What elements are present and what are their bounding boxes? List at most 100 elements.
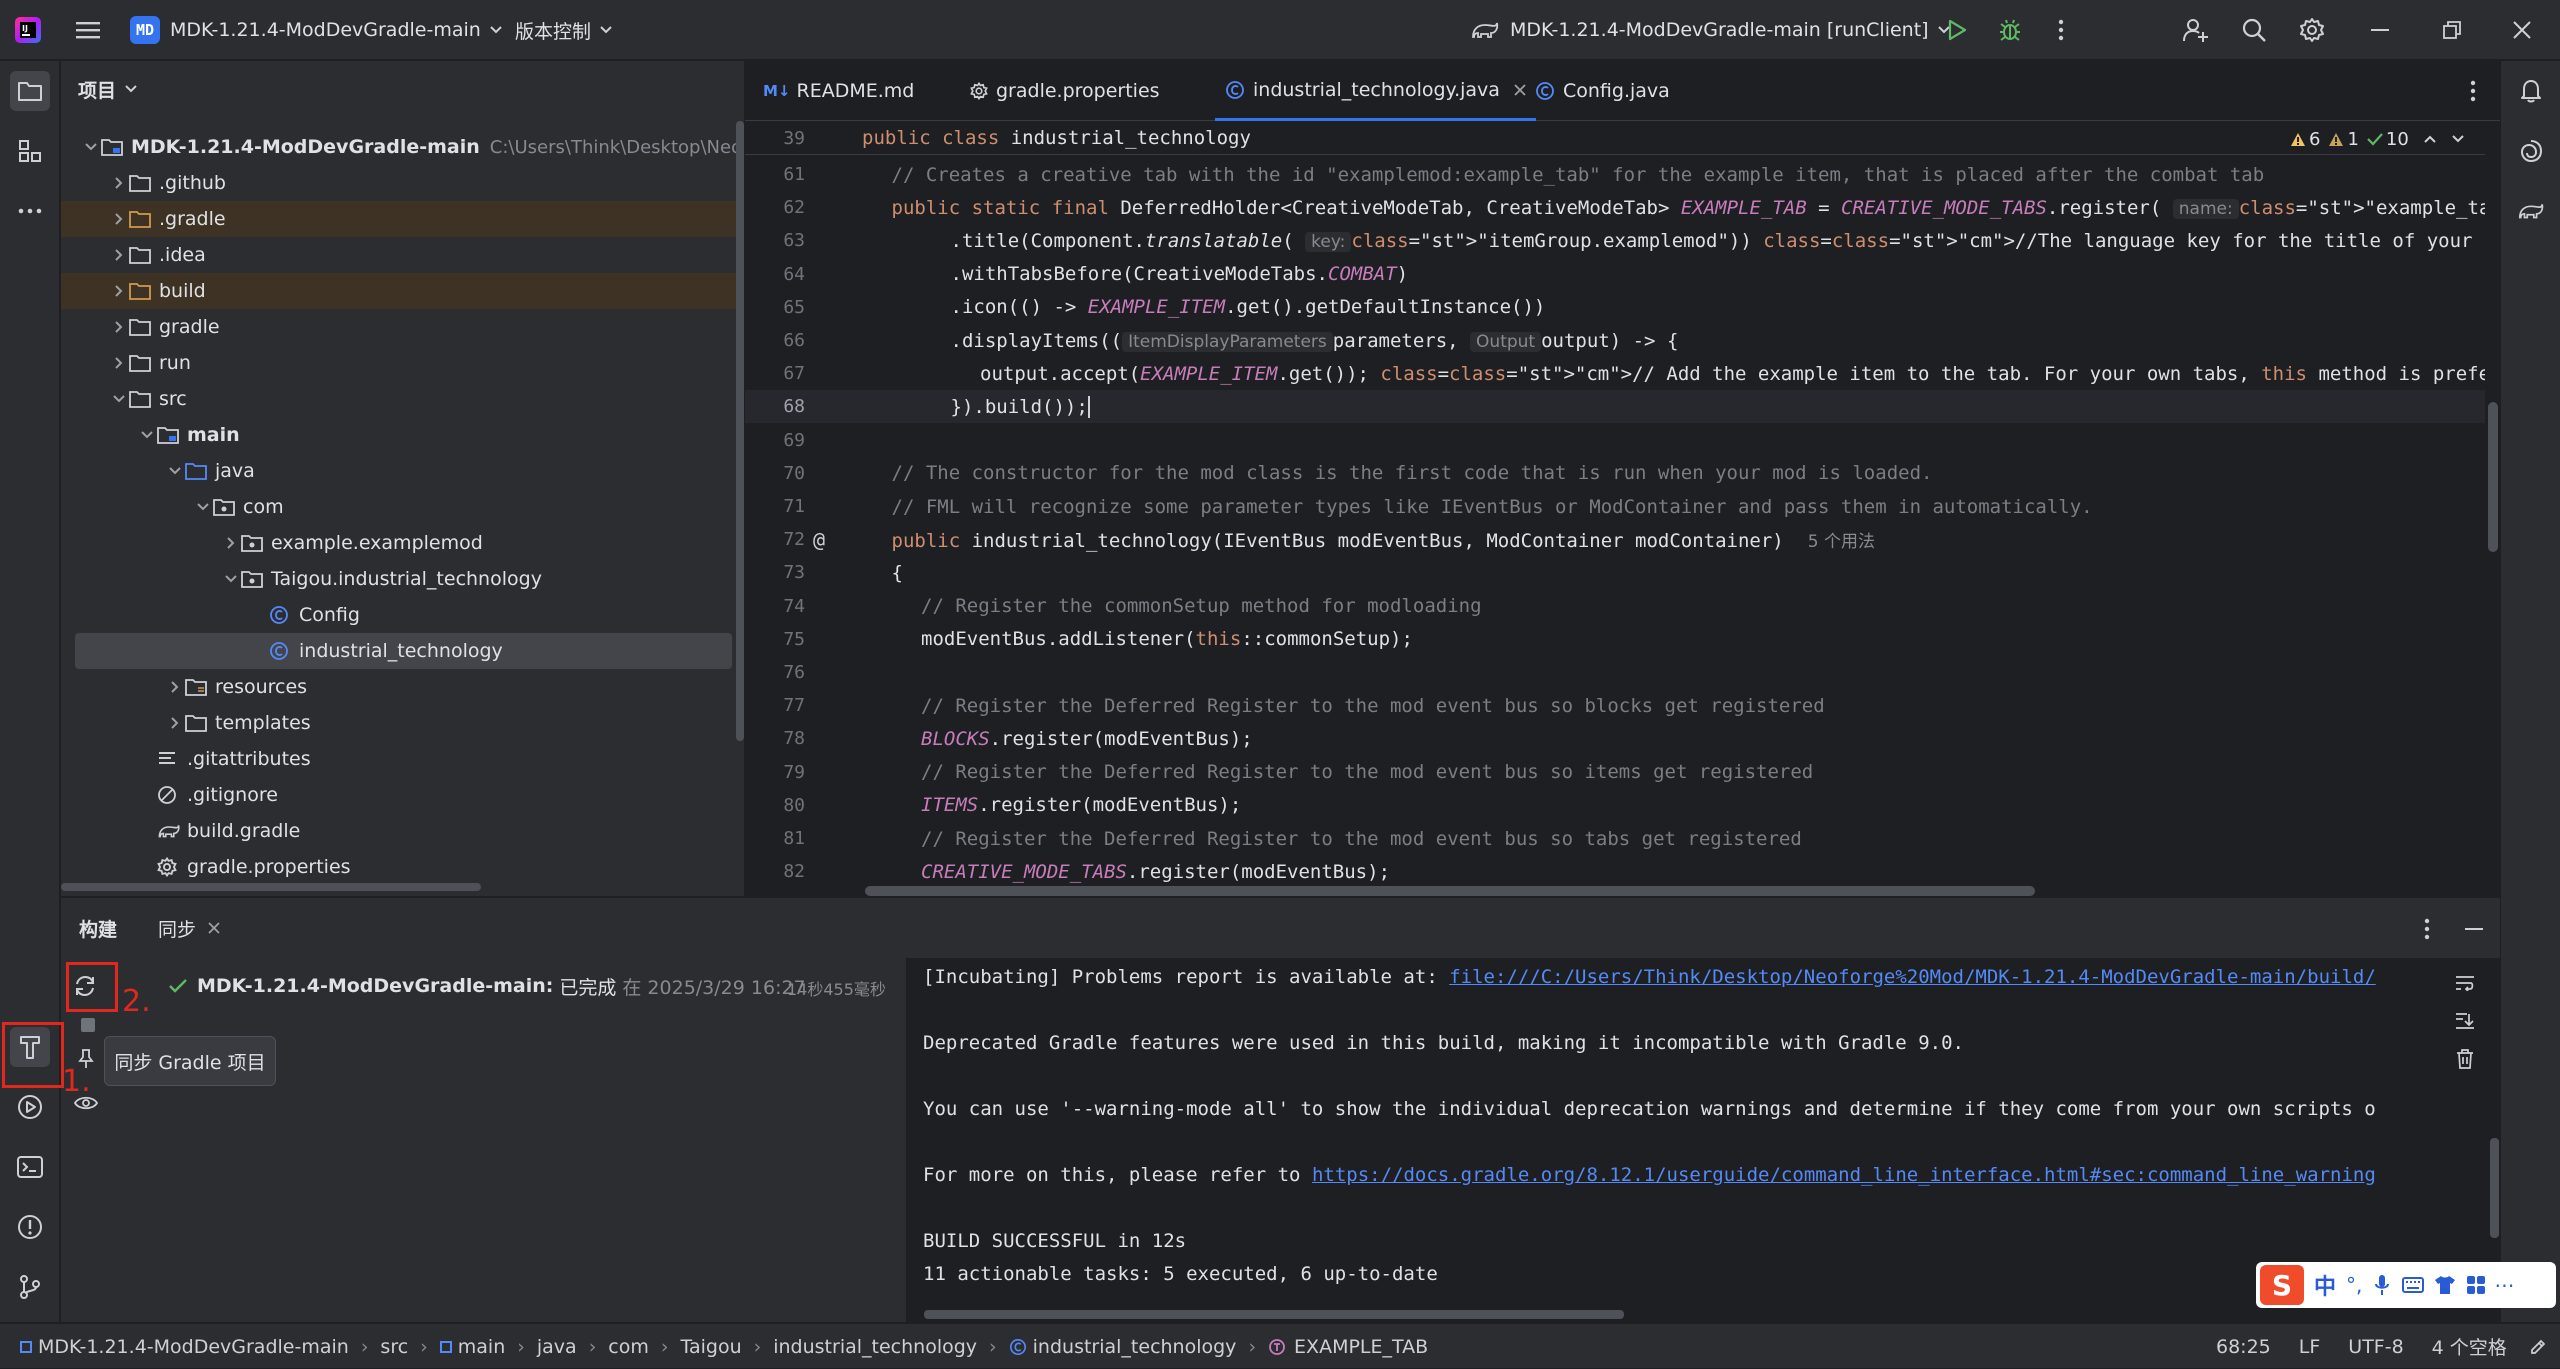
tree-item[interactable]: gradle.properties: [61, 849, 744, 885]
more-icon[interactable]: ⋯: [2494, 1273, 2515, 1297]
tab-readme[interactable]: M↓ README.md: [763, 61, 914, 121]
structure-tool-icon[interactable]: [10, 131, 50, 171]
tree-item[interactable]: .gitattributes: [61, 741, 744, 777]
chevron-down-icon[interactable]: [2451, 134, 2465, 144]
hide-panel-icon[interactable]: [2459, 914, 2489, 944]
microphone-icon[interactable]: [2374, 1274, 2390, 1296]
tab-sync[interactable]: 同步: [158, 912, 220, 944]
indent-setting[interactable]: 4 个空格: [2432, 1333, 2507, 1360]
panel-options-icon[interactable]: [2415, 914, 2439, 944]
project-view-selector[interactable]: 项目: [78, 73, 138, 105]
breadcrumb-item[interactable]: EXAMPLE_TAB: [1268, 1336, 1428, 1358]
clear-all-trash-icon[interactable]: [2452, 1046, 2478, 1072]
breadcrumb-item[interactable]: java: [537, 1336, 577, 1358]
tab-gradle-properties[interactable]: gradle.properties: [970, 61, 1160, 121]
tree-item[interactable]: java: [61, 453, 744, 489]
tab-options-icon[interactable]: [2461, 75, 2485, 107]
chevron-right-icon[interactable]: [109, 317, 129, 337]
project-switcher[interactable]: MD MDK-1.21.4-ModDevGradle-main: [130, 14, 503, 46]
notifications-bell-icon[interactable]: [2511, 71, 2551, 111]
skin-shirt-icon[interactable]: [2434, 1275, 2456, 1295]
soft-wrap-icon[interactable]: [2452, 970, 2478, 996]
tree-item[interactable]: .github: [61, 165, 744, 201]
main-menu-icon[interactable]: [70, 14, 106, 46]
tree-item[interactable]: Config: [61, 597, 744, 633]
editor-vertical-scrollbar[interactable]: [2488, 402, 2498, 552]
chevron-down-icon[interactable]: [137, 425, 157, 445]
app-logo-icon[interactable]: IJ: [12, 14, 44, 46]
annotation-gutter-icon[interactable]: @: [813, 528, 825, 552]
problems-report-link[interactable]: file:///C:/Users/Think/Desktop/Neoforge%…: [1449, 966, 2376, 988]
chevron-down-icon[interactable]: [81, 137, 101, 157]
git-tool-icon[interactable]: [10, 1267, 50, 1307]
vertical-scrollbar[interactable]: [736, 121, 744, 741]
chevron-right-icon[interactable]: [221, 533, 241, 553]
tree-item[interactable]: gradle: [61, 309, 744, 345]
tree-item[interactable]: resources: [61, 669, 744, 705]
tree-item[interactable]: example.examplemod: [61, 525, 744, 561]
restore-icon[interactable]: [2432, 14, 2472, 46]
terminal-tool-icon[interactable]: [10, 1147, 50, 1187]
more-tools-icon[interactable]: [10, 191, 50, 231]
line-separator[interactable]: LF: [2299, 1336, 2321, 1358]
tree-item[interactable]: .idea: [61, 237, 744, 273]
search-icon[interactable]: [2236, 14, 2272, 46]
tree-item[interactable]: templates: [61, 705, 744, 741]
close-tab-icon[interactable]: [208, 922, 220, 934]
breadcrumb-item[interactable]: main: [439, 1336, 505, 1358]
chevron-right-icon[interactable]: [109, 209, 129, 229]
close-tab-icon[interactable]: [1514, 83, 1526, 96]
breadcrumb-item[interactable]: com: [608, 1336, 649, 1358]
breadcrumb-item[interactable]: industrial_technology: [1009, 1336, 1236, 1358]
horizontal-scrollbar[interactable]: [61, 883, 481, 891]
run-tool-icon[interactable]: [10, 1087, 50, 1127]
breadcrumb-item[interactable]: industrial_technology: [773, 1336, 977, 1358]
run-config-selector[interactable]: MDK-1.21.4-ModDevGradle-main [runClient]: [1470, 14, 1951, 46]
breadcrumb-item[interactable]: src: [380, 1336, 408, 1358]
chevron-right-icon[interactable]: [109, 281, 129, 301]
usages-hint[interactable]: 5 个用法: [1802, 532, 1881, 552]
ime-lang[interactable]: 中: [2314, 1269, 2336, 1301]
chevron-down-icon[interactable]: [221, 569, 241, 589]
tree-item[interactable]: com: [61, 489, 744, 525]
console-horizontal-scrollbar[interactable]: [924, 1310, 1624, 1319]
edit-lock-icon[interactable]: [2529, 1338, 2547, 1356]
chevron-down-icon[interactable]: [193, 497, 213, 517]
tree-item[interactable]: build: [61, 273, 744, 309]
chevron-right-icon[interactable]: [109, 353, 129, 373]
punctuation-icon[interactable]: °,: [2346, 1273, 2362, 1297]
vcs-menu[interactable]: 版本控制: [515, 14, 613, 46]
tree-item[interactable]: .gradle: [61, 201, 744, 237]
tree-item[interactable]: Taigou.industrial_technology: [61, 561, 744, 597]
tree-root[interactable]: MDK-1.21.4-ModDevGradle-main C:\Users\Th…: [61, 129, 744, 165]
build-task-row[interactable]: MDK-1.21.4-ModDevGradle-main: 已完成 在 2025…: [169, 970, 806, 1002]
console-vertical-scrollbar[interactable]: [2490, 1138, 2499, 1238]
problems-tool-icon[interactable]: [10, 1207, 50, 1247]
tab-industrial-technology[interactable]: industrial_technology.java: [1215, 61, 1536, 121]
chevron-right-icon[interactable]: [165, 713, 185, 733]
tree-item[interactable]: run: [61, 345, 744, 381]
code-editor[interactable]: 39 public class industrial_technology 6 …: [745, 122, 2500, 896]
chevron-down-icon[interactable]: [109, 389, 129, 409]
editor-horizontal-scrollbar[interactable]: [865, 886, 2035, 896]
chevron-right-icon[interactable]: [109, 245, 129, 265]
run-icon[interactable]: [1940, 14, 1974, 46]
tree-item[interactable]: main: [61, 417, 744, 453]
scroll-to-end-icon[interactable]: [2452, 1008, 2478, 1034]
debug-icon[interactable]: [1993, 14, 2027, 46]
breadcrumb-item[interactable]: Taigou: [681, 1336, 742, 1358]
chevron-right-icon[interactable]: [109, 173, 129, 193]
tree-item[interactable]: build.gradle: [61, 813, 744, 849]
toolbox-grid-icon[interactable]: [2466, 1275, 2486, 1295]
inspection-widget[interactable]: 6 1 10: [2290, 126, 2465, 152]
chevron-up-icon[interactable]: [2423, 134, 2437, 144]
tab-config[interactable]: Config.java: [1535, 61, 1670, 121]
keyboard-icon[interactable]: [2402, 1277, 2425, 1293]
file-encoding[interactable]: UTF-8: [2348, 1336, 2403, 1358]
project-tool-icon[interactable]: [10, 71, 50, 111]
chevron-right-icon[interactable]: [165, 677, 185, 697]
caret-position[interactable]: 68:25: [2216, 1336, 2271, 1358]
gradle-tool-icon[interactable]: [2511, 191, 2551, 231]
breadcrumb-item[interactable]: MDK-1.21.4-ModDevGradle-main: [20, 1336, 349, 1358]
close-icon[interactable]: [2502, 14, 2542, 46]
